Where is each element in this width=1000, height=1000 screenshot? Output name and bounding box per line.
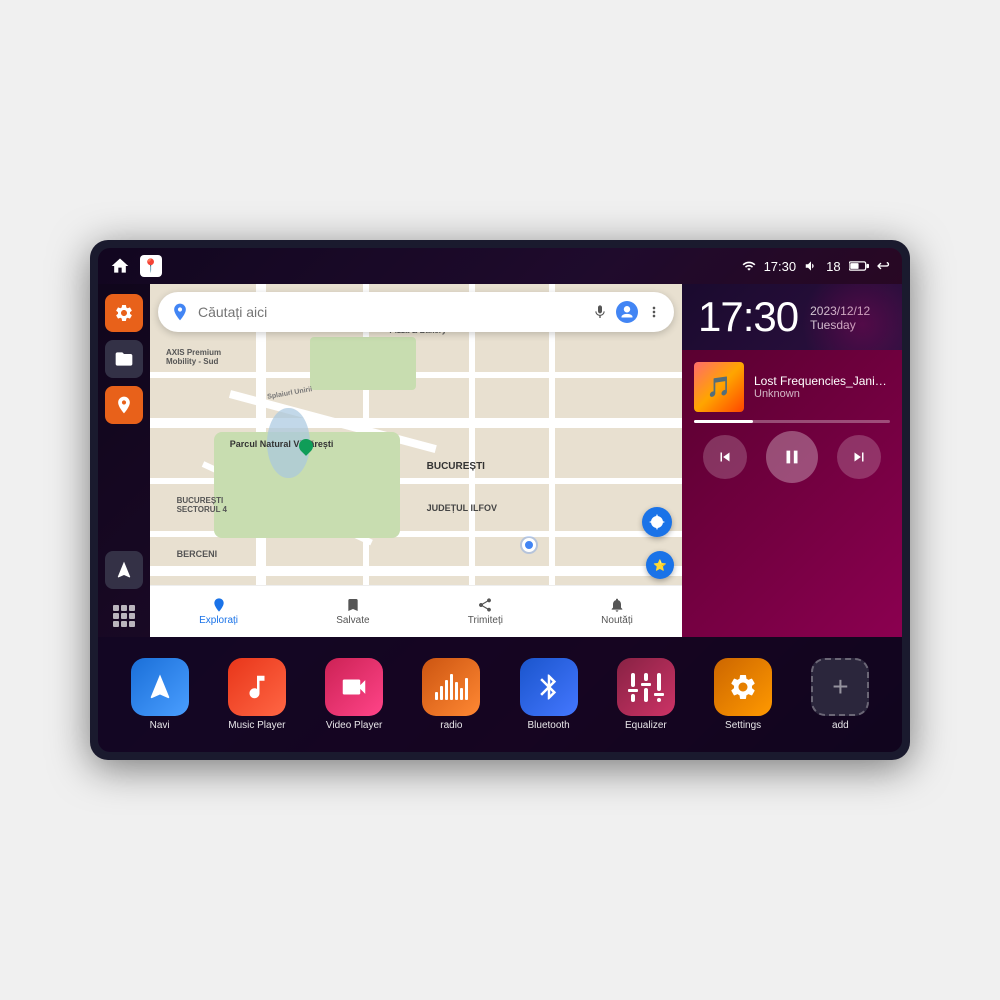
- status-time: 17:30: [764, 259, 797, 274]
- star-button[interactable]: ⭐: [646, 551, 674, 579]
- map-tabs: Explorați Salvate Trimiteți Noutăți: [150, 585, 682, 637]
- right-panel: 17:30 2023/12/12 Tuesday Los: [682, 284, 902, 637]
- sidebar-maps-button[interactable]: [105, 386, 143, 424]
- next-button[interactable]: [837, 435, 881, 479]
- signal-icon: [742, 259, 756, 273]
- music-icon-bg: [228, 658, 286, 716]
- google-maps-logo: [170, 302, 190, 322]
- equalizer-label: Equalizer: [625, 720, 667, 731]
- radio-icon-bg: [422, 658, 480, 716]
- clock-date-value: 2023/12/12: [810, 304, 870, 318]
- album-art: [694, 362, 744, 412]
- settings-icon-bg: [714, 658, 772, 716]
- map-tab-share[interactable]: Trimiteți: [468, 597, 503, 626]
- navi-icon-bg: [131, 658, 189, 716]
- clock-day-value: Tuesday: [810, 318, 870, 332]
- album-art-image: [694, 362, 744, 412]
- map-search-input[interactable]: [198, 304, 584, 320]
- app-equalizer[interactable]: Equalizer: [600, 658, 691, 731]
- menu-icon[interactable]: [646, 304, 662, 320]
- music-player-widget: Lost Frequencies_Janie... Unknown: [682, 350, 902, 637]
- app-video-player[interactable]: Video Player: [309, 658, 400, 731]
- add-icon-bg: +: [811, 658, 869, 716]
- settings-label: Settings: [725, 720, 761, 731]
- left-sidebar: [98, 284, 150, 637]
- map-tab-saved[interactable]: Salvate: [336, 597, 369, 626]
- status-left: 📍: [110, 255, 162, 277]
- music-details: Lost Frequencies_Janie... Unknown: [754, 374, 890, 400]
- volume-icon: [804, 259, 818, 273]
- video-player-label: Video Player: [326, 720, 383, 731]
- app-settings[interactable]: Settings: [698, 658, 789, 731]
- device: 📍 17:30 18 ↩: [90, 240, 910, 760]
- eq-icon-bg: [617, 658, 675, 716]
- map-search-bar: [158, 292, 674, 332]
- bt-icon-bg: [520, 658, 578, 716]
- map-location-button[interactable]: [642, 507, 672, 537]
- back-button[interactable]: ↩: [877, 256, 890, 276]
- main-content: AXIS PremiumMobility - Sud Pizza & Baker…: [98, 284, 902, 637]
- app-radio[interactable]: radio: [406, 658, 497, 731]
- bluetooth-label: Bluetooth: [527, 720, 569, 731]
- map-area[interactable]: AXIS PremiumMobility - Sud Pizza & Baker…: [150, 284, 682, 637]
- music-controls: [694, 431, 890, 483]
- music-title: Lost Frequencies_Janie...: [754, 374, 890, 388]
- maps-status-icon: 📍: [140, 255, 162, 277]
- navi-label: Navi: [150, 720, 170, 731]
- radio-label: radio: [440, 720, 462, 731]
- music-progress-fill: [694, 420, 753, 423]
- app-dock: Navi Music Player Video Player: [98, 637, 902, 752]
- prev-button[interactable]: [703, 435, 747, 479]
- app-bluetooth[interactable]: Bluetooth: [503, 658, 594, 731]
- account-icon[interactable]: [616, 301, 638, 323]
- sidebar-apps-button[interactable]: [113, 605, 135, 627]
- sidebar-files-button[interactable]: [105, 340, 143, 378]
- music-info: Lost Frequencies_Janie... Unknown: [694, 362, 890, 412]
- music-progress-bar[interactable]: [694, 420, 890, 423]
- status-battery-num: 18: [826, 259, 840, 274]
- sidebar-navigate-button[interactable]: [105, 551, 143, 589]
- music-player-label: Music Player: [228, 720, 285, 731]
- app-add[interactable]: + add: [795, 658, 886, 731]
- add-label: add: [832, 720, 849, 731]
- clock-widget: 17:30 2023/12/12 Tuesday: [682, 284, 902, 350]
- sidebar-settings-button[interactable]: [105, 294, 143, 332]
- clock-time: 17:30: [698, 296, 798, 338]
- mic-icon[interactable]: [592, 304, 608, 320]
- app-navi[interactable]: Navi: [114, 658, 205, 731]
- app-music-player[interactable]: Music Player: [211, 658, 302, 731]
- home-icon[interactable]: [110, 256, 130, 276]
- clock-date: 2023/12/12 Tuesday: [810, 296, 870, 332]
- music-artist: Unknown: [754, 388, 890, 400]
- map-tab-news[interactable]: Noutăți: [601, 597, 633, 626]
- screen: 📍 17:30 18 ↩: [98, 248, 902, 752]
- status-bar: 📍 17:30 18 ↩: [98, 248, 902, 284]
- play-pause-button[interactable]: [766, 431, 818, 483]
- battery-icon: [849, 260, 869, 272]
- status-right: 17:30 18 ↩: [742, 256, 890, 276]
- map-tab-explore[interactable]: Explorați: [199, 597, 238, 626]
- video-icon-bg: [325, 658, 383, 716]
